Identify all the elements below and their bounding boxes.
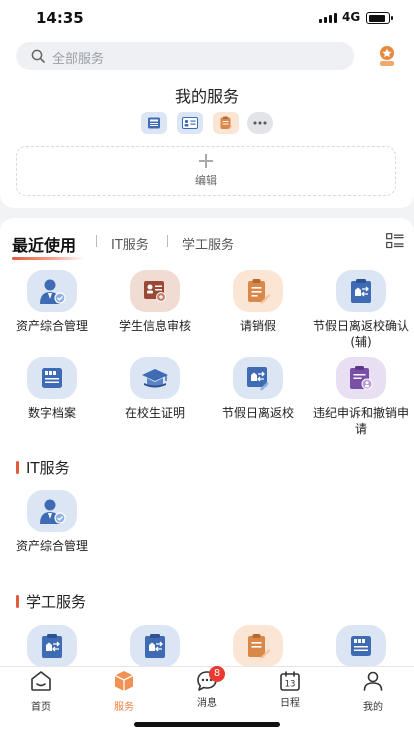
unread-badge: 8	[209, 666, 225, 682]
section-title-text: IT服务	[26, 459, 70, 477]
service-label: 学生信息审核	[118, 319, 191, 333]
home-indicator	[134, 722, 280, 727]
service-leave-request[interactable]: 请销假	[206, 270, 310, 334]
tab-recent[interactable]: 最近使用	[12, 232, 76, 256]
tabbar-label: 我的	[363, 702, 383, 713]
tabbar-label: 消息	[197, 698, 217, 709]
service-digital-archive[interactable]	[309, 625, 413, 667]
tab-it-services[interactable]: IT服务	[111, 234, 149, 253]
signal-icon	[319, 13, 337, 23]
tab-divider	[167, 235, 168, 247]
services-cube-icon	[114, 671, 134, 691]
battery-icon	[366, 12, 393, 24]
holiday-leave-confirm-icon	[27, 625, 77, 667]
holiday-leave-icon	[130, 625, 180, 667]
archive-icon[interactable]	[141, 112, 167, 134]
tabbar-label: 首页	[31, 702, 51, 713]
digital-archive-icon	[336, 625, 386, 667]
student-info-review-icon	[130, 270, 180, 312]
tabbar-messages[interactable]: 8 消息	[166, 666, 248, 709]
service-asset-management[interactable]: 资产综合管理	[0, 270, 104, 334]
search-placeholder: 全部服务	[52, 52, 105, 67]
service-holiday-leave[interactable]	[103, 625, 207, 667]
service-label: 节假日离返校	[221, 406, 294, 420]
search-bar[interactable]: 全部服务	[16, 42, 354, 70]
student-certificate-icon	[130, 357, 180, 399]
service-digital-archive[interactable]: 数字档案	[0, 357, 104, 421]
service-label: 在校生证明	[124, 406, 185, 420]
status-bar: 14:35 4G	[0, 0, 414, 36]
network-type: 4G	[342, 10, 361, 24]
service-holiday-leave[interactable]: 节假日离返校	[206, 357, 310, 421]
service-label: 违纪申诉和撤销申请	[312, 406, 409, 436]
service-discipline-appeal[interactable]: 违纪申诉和撤销申请	[309, 357, 413, 437]
profile-icon	[363, 671, 383, 691]
asset-management-icon	[27, 270, 77, 312]
service-holiday-leave-confirm[interactable]: 节假日离返校确认(辅)	[309, 270, 413, 350]
services-panel: 最近使用 IT服务 学工服务 资产综合管理 学生信息审核 请销假 节假日离返校确…	[0, 218, 414, 670]
service-label: 资产综合管理	[15, 319, 88, 333]
holiday-leave-icon	[233, 357, 283, 399]
edit-label: 编辑	[195, 174, 217, 187]
my-services-card: 全部服务 我的服务 编辑	[0, 36, 414, 208]
section-title-text: 学工服务	[26, 593, 87, 611]
service-tabs: 最近使用 IT服务 学工服务	[0, 218, 414, 262]
tabbar-schedule[interactable]: 13 日程	[249, 669, 331, 709]
tabbar-label: 服务	[114, 702, 134, 713]
service-label: 数字档案	[27, 406, 76, 420]
service-asset-management[interactable]: 资产综合管理	[0, 490, 104, 554]
section-marker	[16, 595, 19, 608]
tabbar-label: 日程	[280, 698, 300, 709]
service-student-certificate[interactable]: 在校生证明	[103, 357, 207, 421]
tabbar-services[interactable]: 服务	[83, 669, 165, 713]
plus-icon	[199, 154, 213, 168]
leave-request-icon	[233, 625, 283, 667]
service-label: 节假日离返校确认(辅)	[312, 319, 409, 349]
edit-services-button[interactable]: 编辑	[16, 146, 396, 196]
calendar-icon: 13	[278, 669, 302, 693]
more-icon[interactable]	[247, 112, 273, 134]
tabbar-home[interactable]: 首页	[0, 669, 82, 713]
leave-request-icon[interactable]	[213, 112, 239, 134]
active-tab-indicator	[12, 257, 84, 260]
tabbar-profile[interactable]: 我的	[332, 669, 414, 713]
service-leave-request[interactable]	[206, 625, 310, 667]
calendar-day: 13	[285, 680, 296, 690]
my-services-title: 我的服务	[174, 87, 239, 106]
certificate-icon[interactable]	[177, 112, 203, 134]
service-student-info-review[interactable]: 学生信息审核	[103, 270, 207, 334]
asset-management-icon	[27, 490, 77, 532]
search-icon	[31, 49, 45, 63]
my-services-shortcuts	[141, 112, 275, 136]
tab-xuegong-services[interactable]: 学工服务	[182, 234, 234, 253]
leave-request-icon	[233, 270, 283, 312]
holiday-leave-confirm-icon	[336, 270, 386, 312]
medal-icon[interactable]	[376, 44, 398, 68]
home-icon	[31, 671, 51, 691]
digital-archive-icon	[27, 357, 77, 399]
discipline-appeal-icon	[336, 357, 386, 399]
tab-divider	[96, 235, 97, 247]
section-marker	[16, 461, 19, 474]
layout-toggle-icon[interactable]	[386, 233, 404, 249]
service-label: 请销假	[239, 319, 276, 333]
message-icon: 8	[195, 666, 225, 693]
service-label: 资产综合管理	[15, 539, 88, 553]
status-time: 14:35	[36, 9, 84, 27]
service-holiday-leave-confirm[interactable]	[0, 625, 104, 667]
